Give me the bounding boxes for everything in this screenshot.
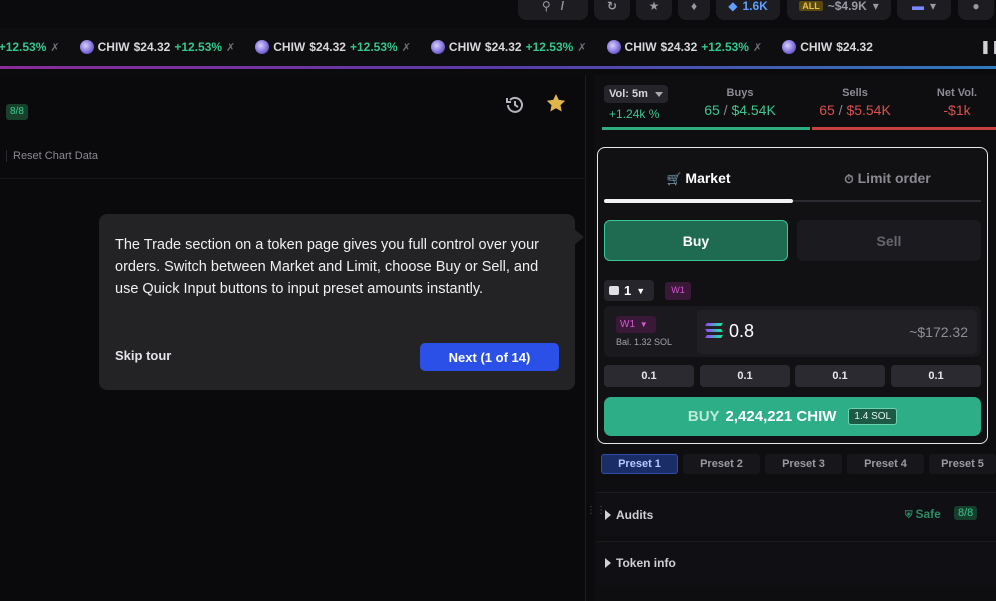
ticker-accent-line: [0, 66, 996, 69]
audit-status: ⛨ Safe: [905, 507, 941, 521]
tour-pointer: [574, 229, 584, 245]
audit-badge: 8/8: [6, 104, 28, 120]
token-avatar: [430, 40, 445, 54]
wallet-balance-selector[interactable]: ALL ~$4.9K ▾: [787, 0, 891, 20]
solana-icon: [705, 323, 723, 338]
wallet-dropdown[interactable]: W1 ▼: [616, 316, 656, 333]
amount-input[interactable]: 0.8: [729, 321, 754, 342]
shield-icon: ⛨: [905, 510, 913, 521]
ticker-item[interactable]: CHIW $24.32 +12.53% ✗: [79, 40, 235, 54]
submit-buy-button[interactable]: BUY 2,424,221 CHIW 1.4 SOL: [604, 397, 981, 436]
buys-label: Buys: [726, 87, 754, 99]
sells-stat: 65 / $5.54K: [819, 102, 891, 118]
quick-input-button[interactable]: 0.1: [795, 365, 885, 387]
ticker-pause-button[interactable]: ❚❚: [980, 36, 996, 58]
volume-change: +1.24k %: [609, 107, 660, 121]
ticker-item[interactable]: CHIW $24.32 +12.53% ✗: [255, 40, 411, 54]
watchlist-button[interactable]: ★: [636, 0, 672, 20]
tour-text: The Trade section on a token page gives …: [115, 237, 539, 297]
amount-usd-value: ~$172.32: [909, 324, 968, 340]
search-button[interactable]: ⚲ /: [518, 0, 588, 20]
token-avatar: [606, 40, 621, 54]
tab-indicator-active: [604, 199, 793, 203]
history-icon[interactable]: [504, 94, 526, 116]
favorite-star-icon[interactable]: [545, 92, 567, 114]
token-avatar: [79, 40, 94, 54]
sells-bar: [812, 127, 996, 130]
audits-header[interactable]: Audits: [605, 508, 653, 522]
user-icon: ●: [972, 0, 980, 13]
reset-chart-button[interactable]: Reset Chart Data: [6, 150, 98, 162]
chevron-down-icon: ▼: [639, 320, 648, 329]
wallet-count-selector[interactable]: 1 ▼: [604, 280, 654, 301]
tour-tooltip: The Trade section on a token page gives …: [99, 214, 575, 390]
top-bar: ⚲ / ↻ ★ ♦ ◆ 1.6K ALL ~$4.9K ▾ ▬ ▾ ●: [0, 0, 996, 26]
wallet-balance: Bal. 1.32 SOL: [616, 337, 673, 347]
network-icon: ▬: [911, 0, 924, 13]
chevron-down-icon: ▾: [929, 0, 937, 13]
notifications-button[interactable]: ♦: [678, 0, 710, 20]
diamond-icon: ◆: [728, 0, 738, 13]
token-avatar: [782, 40, 797, 54]
net-vol-label: Net Vol.: [936, 87, 978, 99]
ticker-item[interactable]: CHIW $24.32: [782, 40, 873, 54]
bell-icon: ♦: [690, 0, 698, 13]
hidden-eye-icon[interactable]: ✗: [753, 41, 762, 54]
profile-button[interactable]: ●: [958, 0, 994, 20]
audit-score-badge: 8/8: [954, 506, 978, 520]
timer-icon: ⏱: [844, 172, 854, 186]
search-icon: ⚲: [541, 0, 551, 13]
quick-input-button[interactable]: 0.1: [604, 365, 694, 387]
net-vol-value: -$1k: [943, 102, 971, 118]
sells-label: Sells: [842, 87, 868, 99]
ticker-track: 2 +12.53% ✗ CHIW $24.32 +12.53% ✗ CHIW $…: [0, 28, 893, 66]
token-info-header[interactable]: Token info: [605, 556, 676, 570]
sell-toggle-button[interactable]: Sell: [797, 220, 981, 261]
tab-market[interactable]: 🛒 Market: [604, 170, 793, 186]
tab-limit-order[interactable]: ⏱ Limit order: [794, 170, 981, 187]
wallet-tag[interactable]: W1: [665, 282, 691, 300]
quick-input-button[interactable]: 0.1: [891, 365, 981, 387]
hidden-eye-icon[interactable]: ✗: [402, 41, 411, 54]
history-button[interactable]: ↻: [594, 0, 630, 20]
volume-timeframe-select[interactable]: Vol: 5m: [604, 85, 668, 103]
wallet-icon: [609, 286, 619, 295]
quick-input-button[interactable]: 0.1: [700, 365, 790, 387]
buy-toggle-button[interactable]: Buy: [604, 220, 788, 261]
resize-handle-icon[interactable]: ⋮⋮: [586, 506, 606, 524]
preset-tab-3[interactable]: Preset 3: [765, 454, 842, 474]
ticker-item[interactable]: CHIW $24.32 +12.53% ✗: [606, 40, 762, 54]
tab-indicator: [793, 200, 981, 202]
next-step-button[interactable]: Next (1 of 14): [420, 343, 559, 371]
token-avatar: [255, 40, 270, 54]
preset-tab-4[interactable]: Preset 4: [847, 454, 924, 474]
preset-tab-2[interactable]: Preset 2: [683, 454, 760, 474]
ticker-item[interactable]: CHIW $24.32 +12.53% ✗: [430, 40, 587, 54]
star-icon: ★: [648, 0, 660, 13]
chevron-down-icon: ▼: [636, 285, 646, 296]
chain-selector[interactable]: ◆ 1.6K: [716, 0, 780, 20]
price-ticker: 2 +12.53% ✗ CHIW $24.32 +12.53% ✗ CHIW $…: [0, 28, 996, 66]
chart-divider: [0, 178, 586, 179]
buys-bar: [602, 127, 810, 130]
hidden-eye-icon[interactable]: ✗: [226, 41, 235, 54]
cart-icon: 🛒: [666, 172, 682, 186]
ticker-item[interactable]: 2 +12.53% ✗: [0, 40, 60, 54]
caret-right-icon: [605, 558, 611, 568]
network-selector[interactable]: ▬ ▾: [897, 0, 951, 20]
hidden-eye-icon[interactable]: ✗: [50, 41, 59, 54]
history-icon: ↻: [606, 0, 618, 13]
hidden-eye-icon[interactable]: ✗: [577, 41, 586, 54]
preset-tab-5[interactable]: Preset 5: [929, 454, 996, 474]
chevron-down-icon: ▾: [872, 0, 879, 13]
preset-tab-1[interactable]: Preset 1: [601, 454, 678, 474]
buys-stat: 65 / $4.54K: [704, 102, 776, 118]
skip-tour-button[interactable]: Skip tour: [115, 348, 171, 363]
